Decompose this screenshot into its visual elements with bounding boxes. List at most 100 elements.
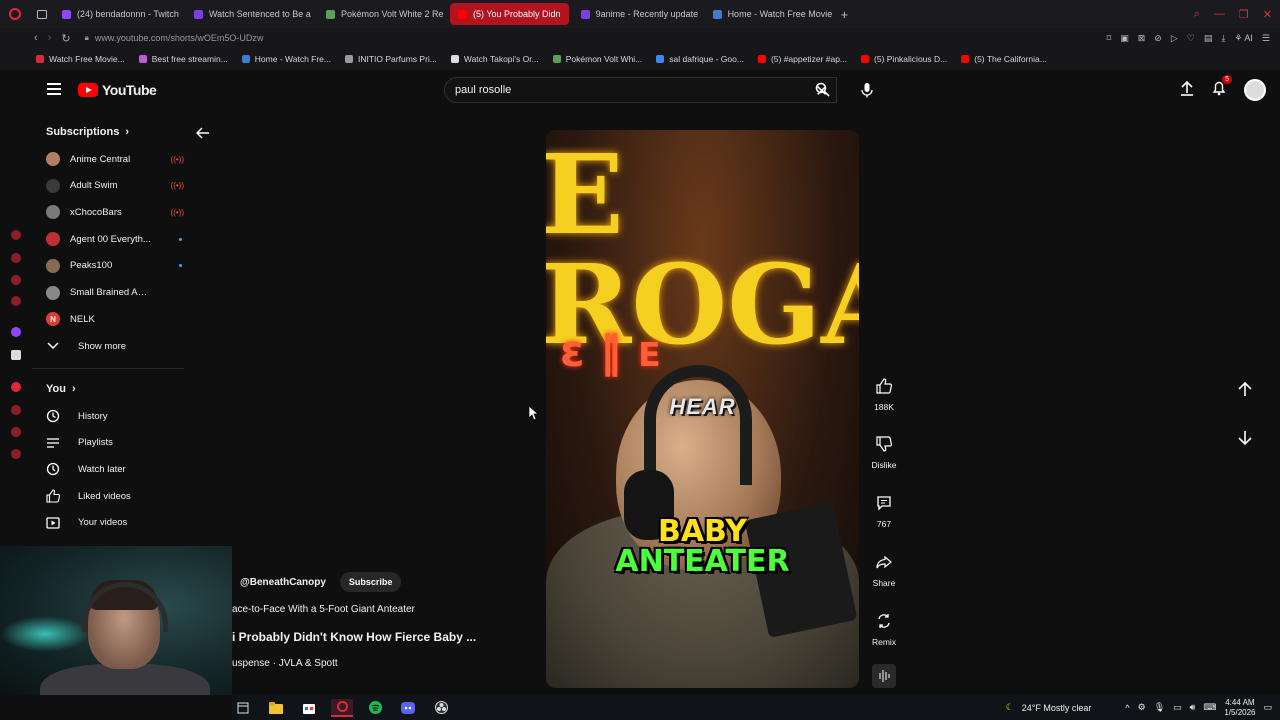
notification-center-icon[interactable]: ▭ <box>1263 702 1272 713</box>
you-header[interactable]: You › <box>46 383 76 395</box>
collapse-sidebar-arrow-icon[interactable] <box>195 126 210 144</box>
url-field[interactable]: www.youtube.com/shorts/wOEm5O-UDzw <box>95 33 264 43</box>
easy-setup-icon[interactable]: ☰ <box>1262 33 1270 44</box>
bookmark-item[interactable]: INITIO Parfums Pri... <box>345 54 437 64</box>
subscription-item[interactable]: Small Brained Ame... <box>46 281 184 305</box>
create-upload-icon[interactable] <box>1180 80 1194 101</box>
back-button[interactable]: ‹ <box>34 32 38 45</box>
minimize-button[interactable]: — <box>1214 8 1225 20</box>
subscription-item[interactable]: Adult Swim ((•)) <box>46 174 184 198</box>
sidebar-item-your-videos[interactable]: Your videos <box>46 511 184 535</box>
sidebar-item-history[interactable]: History <box>46 404 184 428</box>
instagram-icon[interactable] <box>11 296 21 306</box>
sidebar-item-playlists[interactable]: Playlists <box>46 431 184 455</box>
opera-menu-button[interactable] <box>0 0 30 28</box>
subscriptions-header[interactable]: Subscriptions › <box>46 126 129 138</box>
obs-icon[interactable] <box>430 699 452 717</box>
subscription-item[interactable]: Anime Central ((•)) <box>46 147 184 171</box>
twitch-icon[interactable] <box>11 327 21 337</box>
sidebar-item-liked-videos[interactable]: Liked videos <box>46 484 184 508</box>
bookmark-item[interactable]: sal dafrique - Goo... <box>656 54 744 64</box>
spotify-icon[interactable] <box>364 699 386 717</box>
bookmark-item[interactable]: (5) #appetizer #ap... <box>757 54 847 64</box>
clock[interactable]: 4:44 AM 1/5/2026 <box>1224 698 1255 718</box>
play-icon[interactable]: ▷ <box>1171 33 1178 44</box>
subscription-item[interactable]: Peaks100 <box>46 254 184 278</box>
new-tab-button[interactable]: + <box>833 7 857 22</box>
browser-tab[interactable]: (5) You Probably Didn <box>450 3 569 25</box>
wallet-icon[interactable]: ▤ <box>1204 33 1213 44</box>
short-music-credit[interactable]: uspense · JVLA & Spott <box>232 658 338 669</box>
shorts-video-player[interactable]: E ROGA ɛ ‖ ᴇ HEAR BABY ANTEATER <box>546 130 859 688</box>
forward-button[interactable]: › <box>48 32 52 45</box>
volume-icon[interactable]: 🔊︎ <box>1190 702 1196 713</box>
adblock-icon[interactable]: ⊠ <box>1138 33 1146 44</box>
voice-search-icon[interactable] <box>861 82 873 103</box>
crypto-wallet-icon[interactable] <box>11 253 21 263</box>
bookmark-item[interactable]: Pokémon Volt Whi... <box>552 54 642 64</box>
bookmark-item[interactable]: Best free streamin... <box>138 54 228 64</box>
network-icon[interactable]: ▭ <box>1173 702 1182 713</box>
short-title[interactable]: i Probably Didn't Know How Fierce Baby .… <box>232 630 476 644</box>
settings-icon[interactable] <box>11 449 21 459</box>
pinboard-icon[interactable] <box>11 427 21 437</box>
next-short-button[interactable] <box>1236 429 1254 452</box>
task-view-icon[interactable] <box>232 699 254 717</box>
bookmark-item[interactable]: (5) The California... <box>961 54 1047 64</box>
opera-taskbar-icon[interactable] <box>331 698 353 717</box>
subscription-item[interactable]: xChocoBars ((•)) <box>46 200 184 224</box>
language-icon[interactable]: ⌨ <box>1203 702 1216 713</box>
microphone-tray-icon[interactable]: 🎙︎ <box>1154 702 1165 713</box>
browser-tab[interactable]: (24) bendadonnn - Twitch <box>54 3 182 25</box>
share-button[interactable]: Share <box>866 552 902 588</box>
youtube-logo[interactable]: YouTube <box>78 82 157 98</box>
maximize-button[interactable]: ❐ <box>1239 8 1249 21</box>
browser-tab[interactable]: Pokémon Volt White 2 Re <box>318 3 446 25</box>
sound-thumbnail[interactable] <box>872 664 896 688</box>
show-more-button[interactable]: Show more <box>46 334 184 358</box>
remix-button[interactable]: Remix <box>866 611 902 647</box>
subscription-item[interactable]: Agent 00 Everyth... <box>46 227 184 251</box>
bookmark-item[interactable]: Home - Watch Fre... <box>241 54 331 64</box>
bookmark-item[interactable]: (5) Pinkalicious D... <box>861 54 947 64</box>
notifications-bell-icon[interactable]: 5 <box>1212 74 1232 101</box>
browser-tab[interactable]: Home - Watch Free Movie <box>705 3 833 25</box>
guide-menu-icon[interactable] <box>47 83 61 95</box>
aria-icon[interactable] <box>11 230 21 240</box>
heart-icon[interactable]: ♡ <box>1187 33 1195 44</box>
tray-app-icon[interactable]: ⚙ <box>1138 702 1146 713</box>
close-window-button[interactable]: ✕ <box>1263 8 1272 21</box>
store-icon[interactable] <box>298 699 320 717</box>
weather-text[interactable]: 24°F Mostly clear <box>1022 703 1092 713</box>
download-icon[interactable]: ⤓ <box>1221 33 1225 44</box>
subscription-item[interactable]: N NELK <box>46 307 184 331</box>
music-icon[interactable] <box>11 382 21 392</box>
discord-icon[interactable] <box>397 699 419 717</box>
x-icon[interactable] <box>11 350 21 360</box>
subscribe-button[interactable]: Subscribe <box>339 572 402 592</box>
like-button[interactable]: 188K <box>866 376 902 412</box>
bookmark-item[interactable]: Watch Takopi's Or... <box>450 54 539 64</box>
search-input[interactable]: paul rosolle ✕ <box>444 77 837 103</box>
short-description[interactable]: ace-to-Face With a 5-Foot Giant Anteater <box>232 604 415 615</box>
account-avatar[interactable] <box>1244 79 1266 101</box>
messenger-icon[interactable] <box>11 275 21 285</box>
previous-short-button[interactable] <box>1236 380 1254 403</box>
file-explorer-icon[interactable] <box>265 699 287 717</box>
browser-tab[interactable]: Watch Sentenced to Be a <box>186 3 314 25</box>
show-hidden-icons[interactable]: ^ <box>1125 703 1129 713</box>
sidebar-item-watch-later[interactable]: Watch later <box>46 457 184 481</box>
channel-handle[interactable]: @BeneathCanopy <box>240 577 326 588</box>
tracker-icon[interactable]: ⊘ <box>1154 33 1162 44</box>
browser-tab[interactable]: 9anime - Recently update <box>573 3 701 25</box>
comments-button[interactable]: 767 <box>866 493 902 529</box>
search-tabs-icon[interactable]: ⌕ <box>1194 8 1200 21</box>
snapshot-icon[interactable]: ▣ <box>1120 33 1129 44</box>
history-sidebar-icon[interactable] <box>11 405 21 415</box>
tab-menu-icon[interactable] <box>30 9 54 19</box>
ai-icon[interactable]: ⚘ AI <box>1234 33 1253 44</box>
bookmark-item[interactable]: Watch Free Movie... <box>36 54 125 64</box>
reload-icon[interactable]: ↻ <box>61 32 70 45</box>
bookmark-icon[interactable]: ⌑ <box>1107 33 1112 44</box>
search-icon[interactable] <box>815 82 830 102</box>
